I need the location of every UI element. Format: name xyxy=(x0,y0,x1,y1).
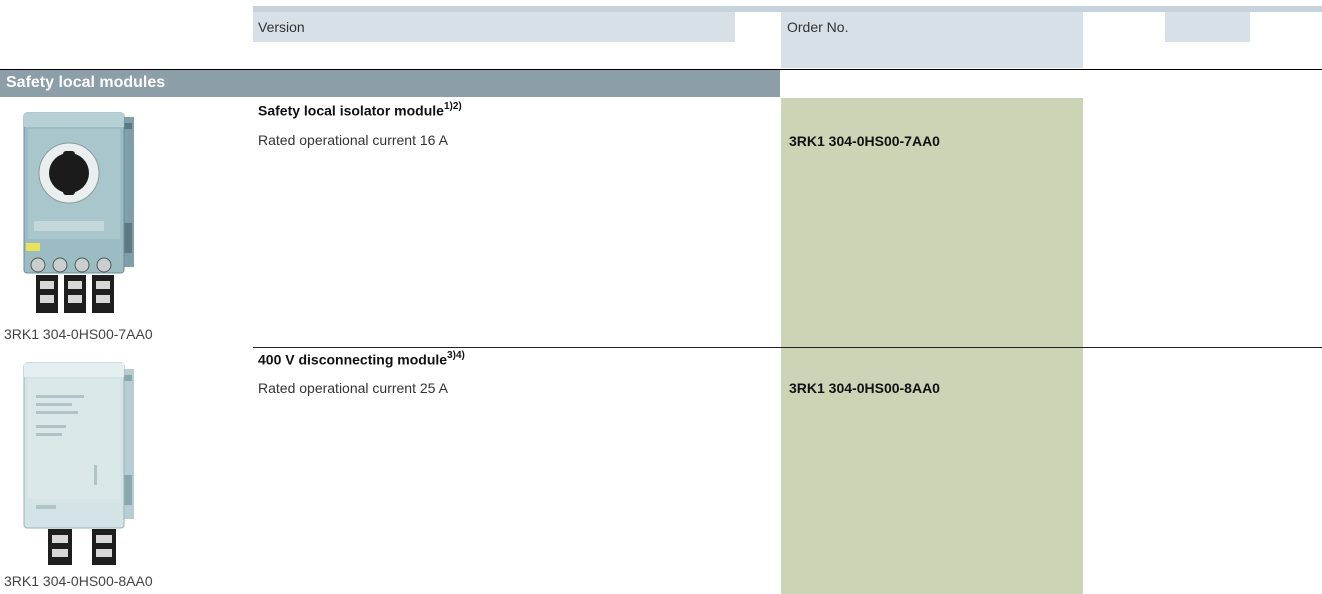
header-order-label: Order No. xyxy=(787,19,849,35)
product-title-2: 400 V disconnecting module3)4) xyxy=(258,350,465,368)
header-version-label: Version xyxy=(258,19,305,35)
row-divider xyxy=(253,347,1322,348)
header-version-cell xyxy=(253,12,735,42)
disconnecting-module-image xyxy=(14,355,154,567)
header-extra-cell xyxy=(1165,12,1250,42)
order-number-2: 3RK1 304-0HS00-8AA0 xyxy=(789,380,940,396)
section-title: Safety local modules xyxy=(6,74,166,91)
product-description-1: Rated operational current 16 A xyxy=(258,132,448,148)
order-number-1: 3RK1 304-0HS00-7AA0 xyxy=(789,133,940,149)
product-title-1: Safety local isolator module1)2) xyxy=(258,101,462,119)
image-caption-1: 3RK1 304-0HS00-7AA0 xyxy=(4,326,153,342)
image-caption-2: 3RK1 304-0HS00-8AA0 xyxy=(4,573,153,589)
product-description-2: Rated operational current 25 A xyxy=(258,380,448,396)
isolator-module-image xyxy=(14,103,154,318)
